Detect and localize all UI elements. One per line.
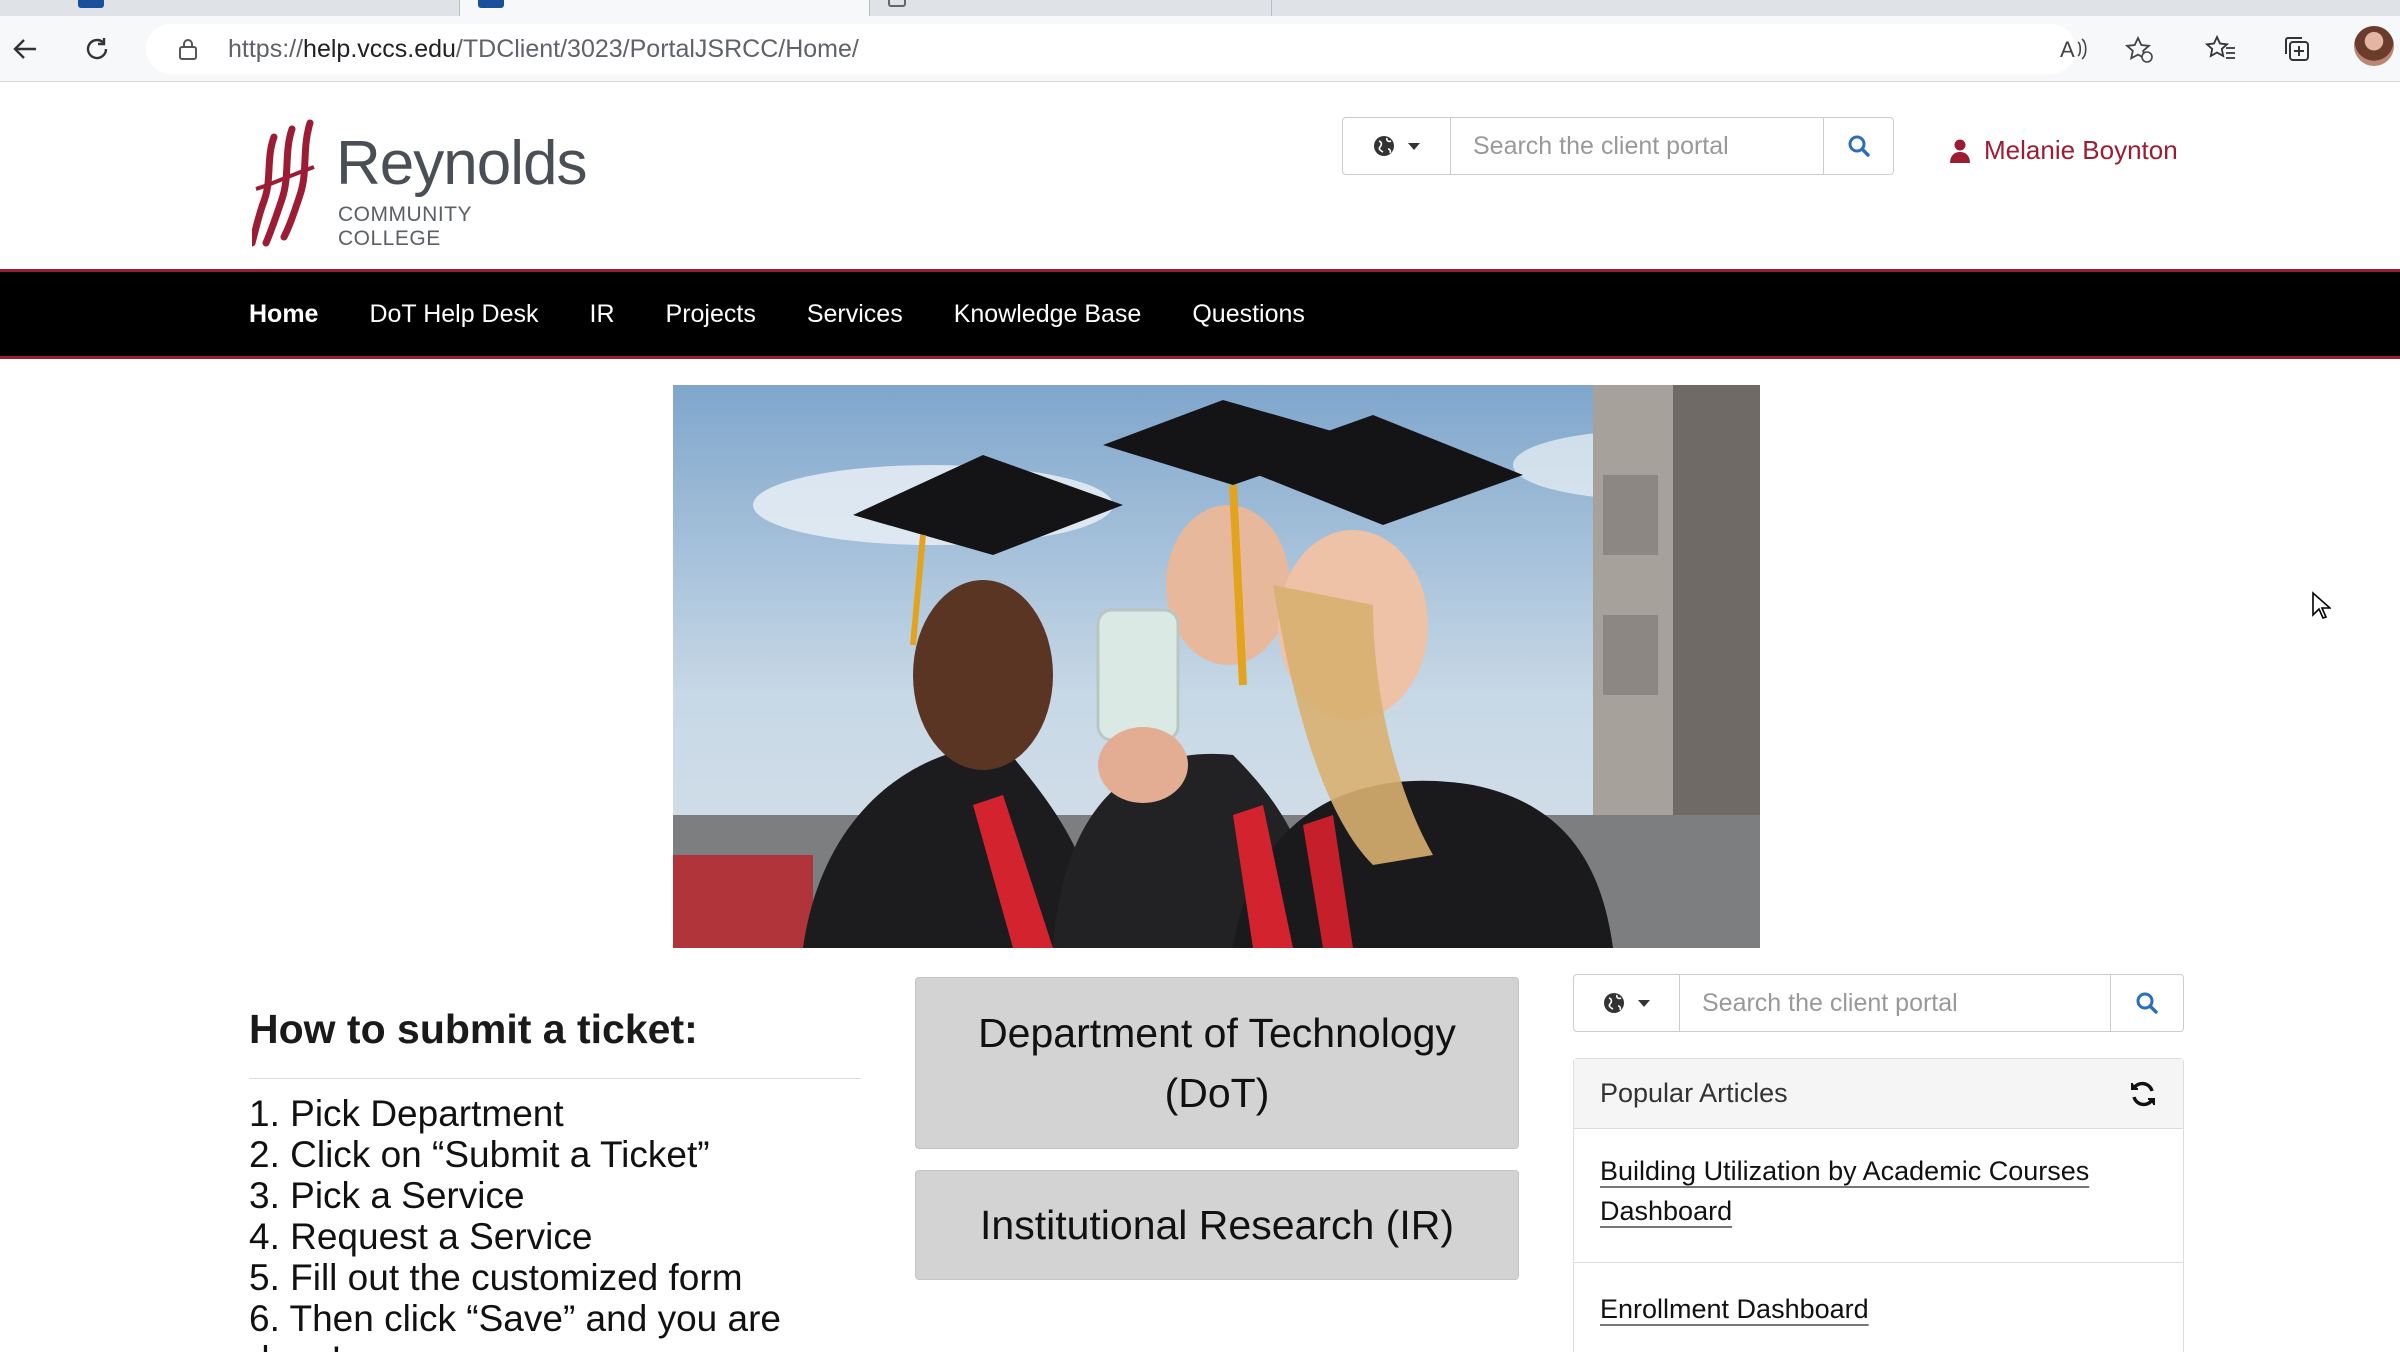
user-name: Melanie Boynton	[1984, 135, 2178, 165]
header-search-button[interactable]	[1824, 117, 1894, 175]
popular-article-link[interactable]: Building Utilization by Academic Courses…	[1600, 1156, 2089, 1226]
department-dot-button[interactable]: Department of Technology (DoT)	[915, 977, 1519, 1149]
how-to-step: 4. Request a Service	[249, 1216, 593, 1257]
collections-button[interactable]	[2272, 24, 2322, 74]
browser-tab[interactable]	[0, 0, 460, 16]
sidebar-search	[1573, 974, 2184, 1032]
caret-down-icon	[1637, 1000, 1650, 1007]
college-logo[interactable]: Reynolds COMMUNITY COLLEGE	[252, 119, 587, 250]
nav-item-home[interactable]: Home	[249, 272, 318, 356]
read-aloud-icon[interactable]: A	[2060, 36, 2088, 62]
user-profile-link[interactable]: Melanie Boynton	[1950, 135, 2178, 166]
header-search-input[interactable]	[1450, 117, 1824, 175]
search-scope-dropdown[interactable]	[1342, 117, 1450, 175]
how-to-section: How to submit a ticket: 1. Pick Departme…	[249, 1000, 861, 1352]
hero-image-graduates	[673, 385, 1760, 948]
department-ir-label: Institutional Research (IR)	[980, 1202, 1454, 1248]
popular-articles-header: Popular Articles	[1574, 1059, 2183, 1129]
nav-item-ir[interactable]: IR	[590, 272, 615, 356]
svg-text:A: A	[2060, 37, 2075, 62]
search-icon	[2136, 992, 2158, 1014]
department-ir-button[interactable]: Institutional Research (IR)	[915, 1170, 1519, 1280]
department-dot-label: Department of Technology (DoT)	[978, 1003, 1456, 1123]
sidebar-search-scope-dropdown[interactable]	[1573, 974, 1679, 1032]
nav-item-questions[interactable]: Questions	[1192, 272, 1305, 356]
popular-article-item: Building Utilization by Academic Courses…	[1574, 1129, 2183, 1263]
how-to-steps: 1. Pick Department 2. Click on “Submit a…	[249, 1093, 861, 1352]
globe-icon	[1603, 993, 1624, 1013]
reynolds-logo-mark-icon	[252, 119, 315, 247]
sidebar-search-button[interactable]	[2111, 974, 2184, 1032]
url-text: https://help.vccs.edu/TDClient/3023/Port…	[228, 24, 859, 74]
user-icon	[1950, 139, 1970, 163]
reload-icon	[86, 38, 108, 60]
how-to-step: 1. Pick Department	[249, 1093, 564, 1134]
tab-favicon-icon	[78, 0, 104, 8]
tab-favicon-icon	[478, 0, 504, 8]
collections-icon	[2285, 37, 2309, 61]
reload-button[interactable]	[72, 24, 122, 74]
department-dot-label-line2: (DoT)	[1164, 1070, 1270, 1116]
how-to-step: 3. Pick a Service	[249, 1175, 525, 1216]
search-icon	[1848, 135, 1870, 157]
favorites-button[interactable]	[2196, 24, 2246, 74]
url-path: /TDClient/3023/PortalJSRCC/Home/	[455, 35, 859, 63]
how-to-title: How to submit a ticket:	[249, 1000, 861, 1079]
popular-article-link[interactable]: Enrollment Dashboard	[1600, 1294, 1869, 1324]
brand-name: Reynolds	[336, 129, 587, 198]
back-arrow-icon	[13, 39, 36, 59]
graduation-photo	[673, 385, 1760, 948]
favorites-star-icon	[2205, 34, 2235, 59]
popular-articles-panel: Popular Articles Building Utilization by…	[1573, 1058, 2184, 1352]
brand-subtitle: COMMUNITY COLLEGE	[338, 203, 472, 250]
header-search	[1342, 117, 1894, 175]
refresh-icon[interactable]	[2128, 1079, 2158, 1109]
url-scheme: https://	[228, 35, 304, 63]
globe-icon	[1373, 136, 1394, 156]
nav-item-dot-help-desk[interactable]: DoT Help Desk	[369, 272, 538, 356]
profile-avatar[interactable]	[2354, 26, 2394, 66]
popular-article-item: Enrollment Dashboard	[1574, 1263, 2183, 1329]
browser-tab-strip	[0, 0, 2400, 16]
add-favorite-icon[interactable]	[2124, 35, 2154, 65]
main-nav: Home DoT Help Desk IR Projects Services …	[0, 269, 2400, 359]
how-to-step: 2. Click on “Submit a Ticket”	[249, 1134, 710, 1175]
browser-toolbar: https://help.vccs.edu/TDClient/3023/Port…	[0, 16, 2400, 82]
tab-page-icon	[888, 0, 906, 7]
caret-down-icon	[1407, 143, 1420, 150]
how-to-step: 5. Fill out the customized form	[249, 1257, 743, 1298]
nav-item-services[interactable]: Services	[807, 272, 903, 356]
back-button[interactable]	[0, 24, 50, 74]
department-dot-label-line1: Department of Technology	[978, 1010, 1456, 1056]
browser-tab[interactable]	[870, 0, 1272, 16]
nav-item-knowledge-base[interactable]: Knowledge Base	[954, 272, 1142, 356]
url-host: help.vccs.edu	[303, 35, 456, 63]
address-bar[interactable]: https://help.vccs.edu/TDClient/3023/Port…	[146, 24, 2153, 74]
how-to-step: 6. Then click “Save” and you are done!	[249, 1298, 781, 1352]
browser-tab-active[interactable]	[460, 0, 870, 16]
nav-item-projects[interactable]: Projects	[666, 272, 756, 356]
site-header: Reynolds COMMUNITY COLLEGE Melanie Boynt…	[0, 83, 2400, 269]
popular-articles-title: Popular Articles	[1600, 1078, 1788, 1108]
lock-icon	[179, 39, 197, 60]
mouse-cursor-icon	[2312, 591, 2331, 619]
sidebar-search-input[interactable]	[1679, 974, 2111, 1032]
